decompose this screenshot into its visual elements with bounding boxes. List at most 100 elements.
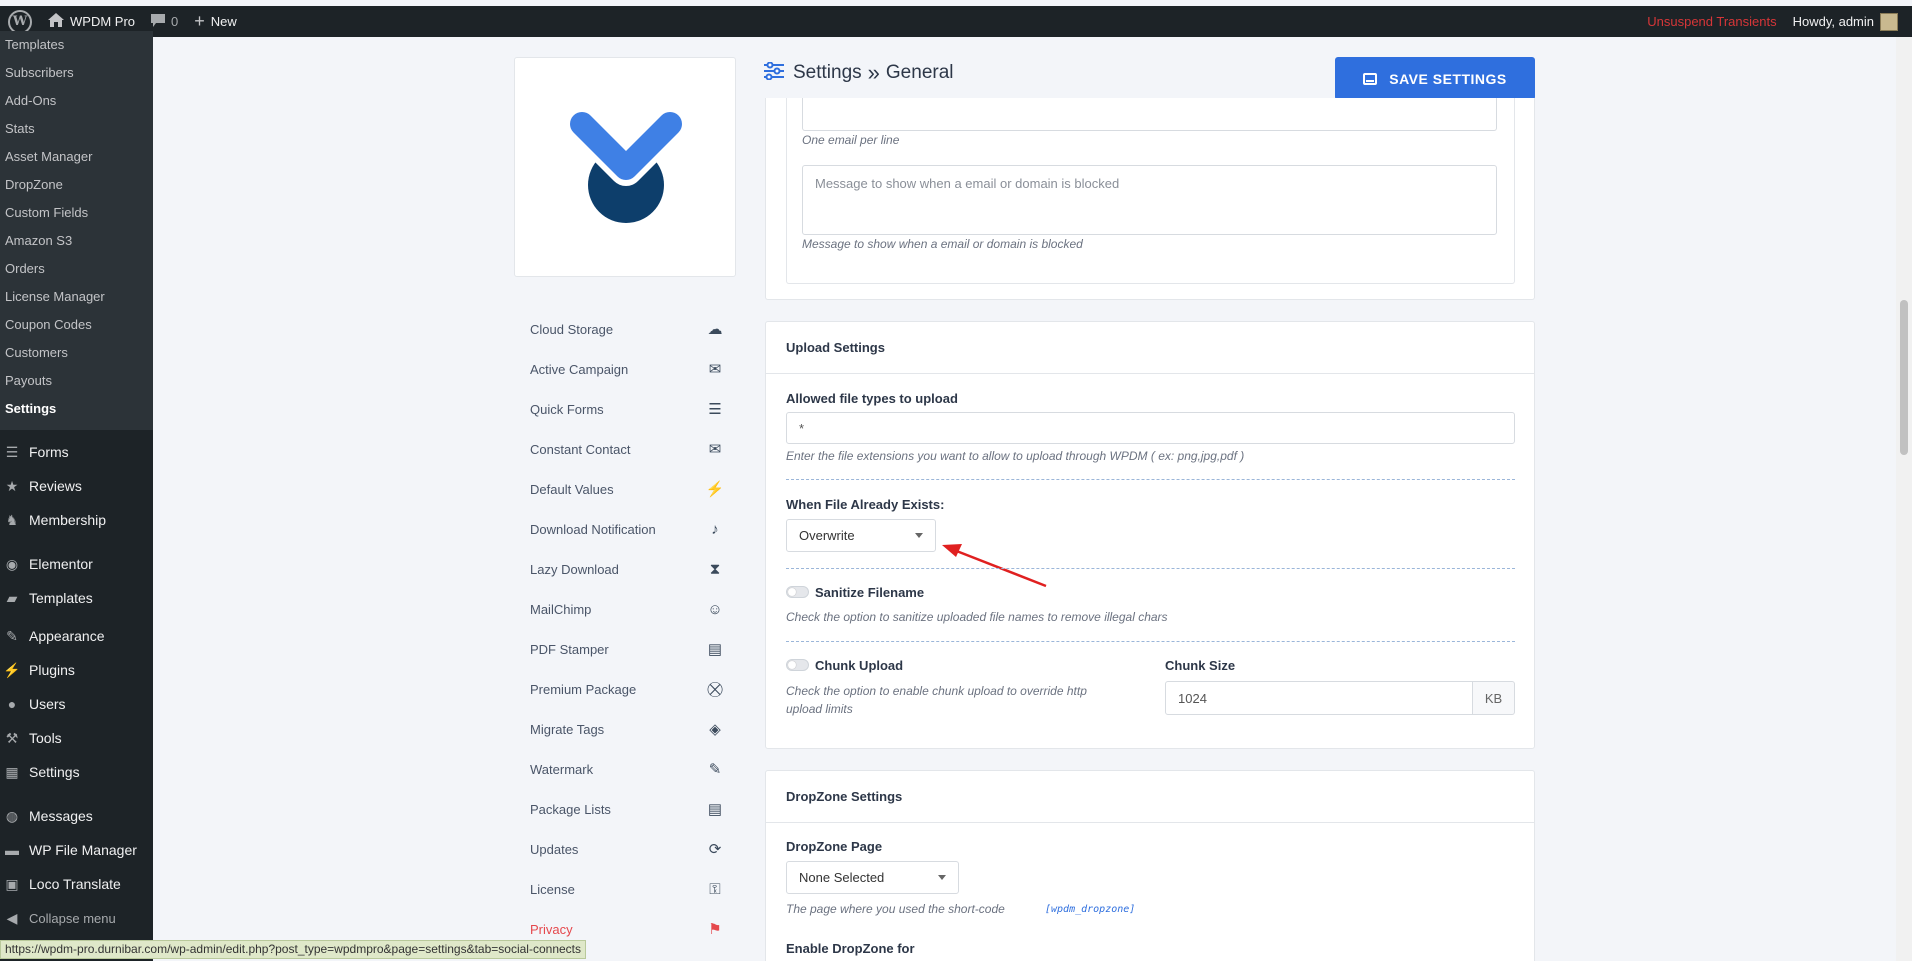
settings-nav-label: Package Lists bbox=[530, 801, 611, 817]
settings-nav-migrate-tags[interactable]: Migrate Tags ◈ bbox=[530, 709, 725, 749]
settings-nav-cloud-storage[interactable]: Cloud Storage ☁ bbox=[530, 309, 725, 349]
divider bbox=[786, 568, 1515, 569]
submenu-item-templates[interactable]: Templates bbox=[0, 31, 153, 59]
scrollbar-thumb[interactable] bbox=[1900, 300, 1908, 455]
chunk-size-unit: KB bbox=[1473, 681, 1515, 715]
menu-item-label: Users bbox=[29, 696, 66, 712]
menu-item-label: Reviews bbox=[29, 478, 82, 494]
submenu-item-add-ons[interactable]: Add-Ons bbox=[0, 87, 153, 115]
submenu-item-payouts[interactable]: Payouts bbox=[0, 367, 153, 395]
chunk-upload-hint-line1: Check the option to enable chunk upload … bbox=[786, 684, 1087, 698]
menu-item-reviews[interactable]: ★ Reviews bbox=[0, 469, 153, 503]
submenu-item-dropzone[interactable]: DropZone bbox=[0, 171, 153, 199]
blocked-message-textarea[interactable]: Message to show when a email or domain i… bbox=[802, 165, 1497, 235]
file-exists-select[interactable]: Overwrite bbox=[786, 519, 936, 552]
menu-item-tools[interactable]: ⚒ Tools bbox=[0, 721, 153, 755]
settings-nav-updates[interactable]: Updates ⟳ bbox=[530, 829, 725, 869]
membership-icon: ♞ bbox=[5, 511, 19, 528]
dropzone-page-value: None Selected bbox=[799, 870, 885, 885]
plugin-logo-card bbox=[514, 57, 736, 277]
settings-nav-quick-forms[interactable]: Quick Forms ☰ bbox=[530, 389, 725, 429]
site-name-label: WPDM Pro bbox=[70, 14, 135, 29]
settings-icon: ▦ bbox=[5, 763, 19, 780]
settings-nav-package-lists[interactable]: Package Lists ▤ bbox=[530, 789, 725, 829]
menu-item-users[interactable]: ● Users bbox=[0, 687, 153, 721]
hourglass-icon: ⧗ bbox=[709, 560, 721, 578]
menu-item-loco-translate[interactable]: ▣ Loco Translate bbox=[0, 867, 153, 901]
menu-item-plugins[interactable]: ⚡ Plugins bbox=[0, 653, 153, 687]
envelope-icon: ✉ bbox=[708, 441, 722, 458]
menu-item-label: Collapse menu bbox=[29, 910, 116, 926]
settings-nav-label: Premium Package bbox=[530, 681, 637, 697]
list-icon: ☰ bbox=[708, 401, 722, 418]
submenu-item-coupon-codes[interactable]: Coupon Codes bbox=[0, 311, 153, 339]
elementor-icon: ◉ bbox=[5, 555, 19, 572]
submenu-item-subscribers[interactable]: Subscribers bbox=[0, 59, 153, 87]
settings-nav-label: PDF Stamper bbox=[530, 641, 609, 657]
dropzone-shortcode: [wpdm_dropzone] bbox=[1045, 904, 1136, 915]
downloads-submenu: Templates Subscribers Add-Ons Stats Asset Ma… bbox=[0, 31, 153, 430]
settings-nav-lazy-download[interactable]: Lazy Download ⧗ bbox=[530, 549, 725, 589]
menu-item-membership[interactable]: ♞ Membership bbox=[0, 503, 153, 537]
avatar bbox=[1880, 12, 1898, 31]
page-scrollbar[interactable] bbox=[1896, 37, 1912, 961]
settings-nav-constant-contact[interactable]: Constant Contact ✉ bbox=[530, 429, 725, 469]
comments-count: 0 bbox=[171, 14, 179, 29]
menu-item-elementor[interactable]: ◉ Elementor bbox=[0, 547, 153, 581]
menu-item-label: WP File Manager bbox=[29, 842, 137, 858]
allowed-file-types-label: Allowed file types to upload bbox=[786, 391, 958, 406]
pencil-icon: ✎ bbox=[708, 761, 722, 778]
settings-nav-default-values[interactable]: Default Values ⚡ bbox=[530, 469, 725, 509]
submenu-item-license-manager[interactable]: License Manager bbox=[0, 283, 153, 311]
menu-item-forms[interactable]: ☰ Forms bbox=[0, 435, 153, 469]
settings-nav-label: MailChimp bbox=[530, 601, 592, 617]
plus-icon: + bbox=[194, 11, 205, 31]
menu-item-wp-file-manager[interactable]: ▬ WP File Manager bbox=[0, 833, 153, 867]
dropzone-page-select[interactable]: None Selected bbox=[786, 861, 959, 894]
chunk-upload-toggle[interactable] bbox=[786, 659, 809, 671]
settings-nav-active-campaign[interactable]: Active Campaign ✉ bbox=[530, 349, 725, 389]
menu-item-messages[interactable]: ◍ Messages bbox=[0, 799, 153, 833]
brush-icon: ✎ bbox=[6, 627, 18, 644]
settings-nav-license[interactable]: License ⚿ bbox=[530, 869, 725, 909]
new-content-link[interactable]: + New bbox=[186, 6, 245, 37]
menu-item-label: Plugins bbox=[29, 662, 75, 678]
status-bar-url: https://wpdm-pro.durnibar.com/wp-admin/e… bbox=[0, 940, 586, 959]
sanitize-filename-toggle[interactable] bbox=[786, 586, 809, 598]
submenu-item-settings[interactable]: Settings bbox=[0, 395, 153, 423]
breadcrumb-separator-icon: » bbox=[867, 60, 880, 85]
submenu-item-stats[interactable]: Stats bbox=[0, 115, 153, 143]
save-settings-button[interactable]: SAVE SETTINGS bbox=[1335, 57, 1535, 100]
settings-nav-label: Updates bbox=[530, 841, 579, 857]
unsuspend-transients-link[interactable]: Unsuspend Transients bbox=[1639, 6, 1784, 37]
submenu-item-customers[interactable]: Customers bbox=[0, 339, 153, 367]
settings-nav-premium-package[interactable]: Premium Package ⛒ bbox=[530, 669, 725, 709]
submenu-item-orders[interactable]: Orders bbox=[0, 255, 153, 283]
user-shield-icon: ⚑ bbox=[708, 921, 722, 938]
submenu-item-asset-manager[interactable]: Asset Manager bbox=[0, 143, 153, 171]
chunk-size-input[interactable]: 1024 bbox=[1165, 681, 1473, 715]
menu-item-label: Loco Translate bbox=[29, 876, 121, 892]
blocked-emails-textarea[interactable] bbox=[802, 98, 1497, 131]
upload-settings-title: Upload Settings bbox=[766, 322, 1534, 374]
menu-separator bbox=[0, 789, 153, 799]
allowed-file-types-input[interactable]: * bbox=[786, 412, 1515, 444]
settings-nav-pdf-stamper[interactable]: PDF Stamper ▤ bbox=[530, 629, 725, 669]
emails-hint: One email per line bbox=[802, 133, 900, 147]
settings-nav-label: Quick Forms bbox=[530, 401, 604, 417]
divider bbox=[786, 641, 1515, 642]
settings-nav-watermark[interactable]: Watermark ✎ bbox=[530, 749, 725, 789]
submenu-item-custom-fields[interactable]: Custom Fields bbox=[0, 199, 153, 227]
dropzone-page-hint: The page where you used the short-code bbox=[786, 902, 1005, 916]
menu-item-collapse-menu[interactable]: ◀ Collapse menu bbox=[0, 901, 153, 935]
settings-nav-label: Active Campaign bbox=[530, 361, 629, 377]
menu-item-templates[interactable]: ▰ Templates bbox=[0, 581, 153, 615]
account-menu[interactable]: Howdy, admin bbox=[1785, 6, 1912, 37]
dropzone-page-label: DropZone Page bbox=[786, 839, 883, 854]
key-icon: ⚿ bbox=[709, 880, 721, 898]
menu-item-appearance[interactable]: ✎ Appearance bbox=[0, 619, 153, 653]
submenu-item-amazon-s3[interactable]: Amazon S3 bbox=[0, 227, 153, 255]
settings-nav-mailchimp[interactable]: MailChimp ☺ bbox=[530, 589, 725, 629]
menu-item-settings[interactable]: ▦ Settings bbox=[0, 755, 153, 789]
settings-nav-download-notification[interactable]: Download Notification ♪ bbox=[530, 509, 725, 549]
